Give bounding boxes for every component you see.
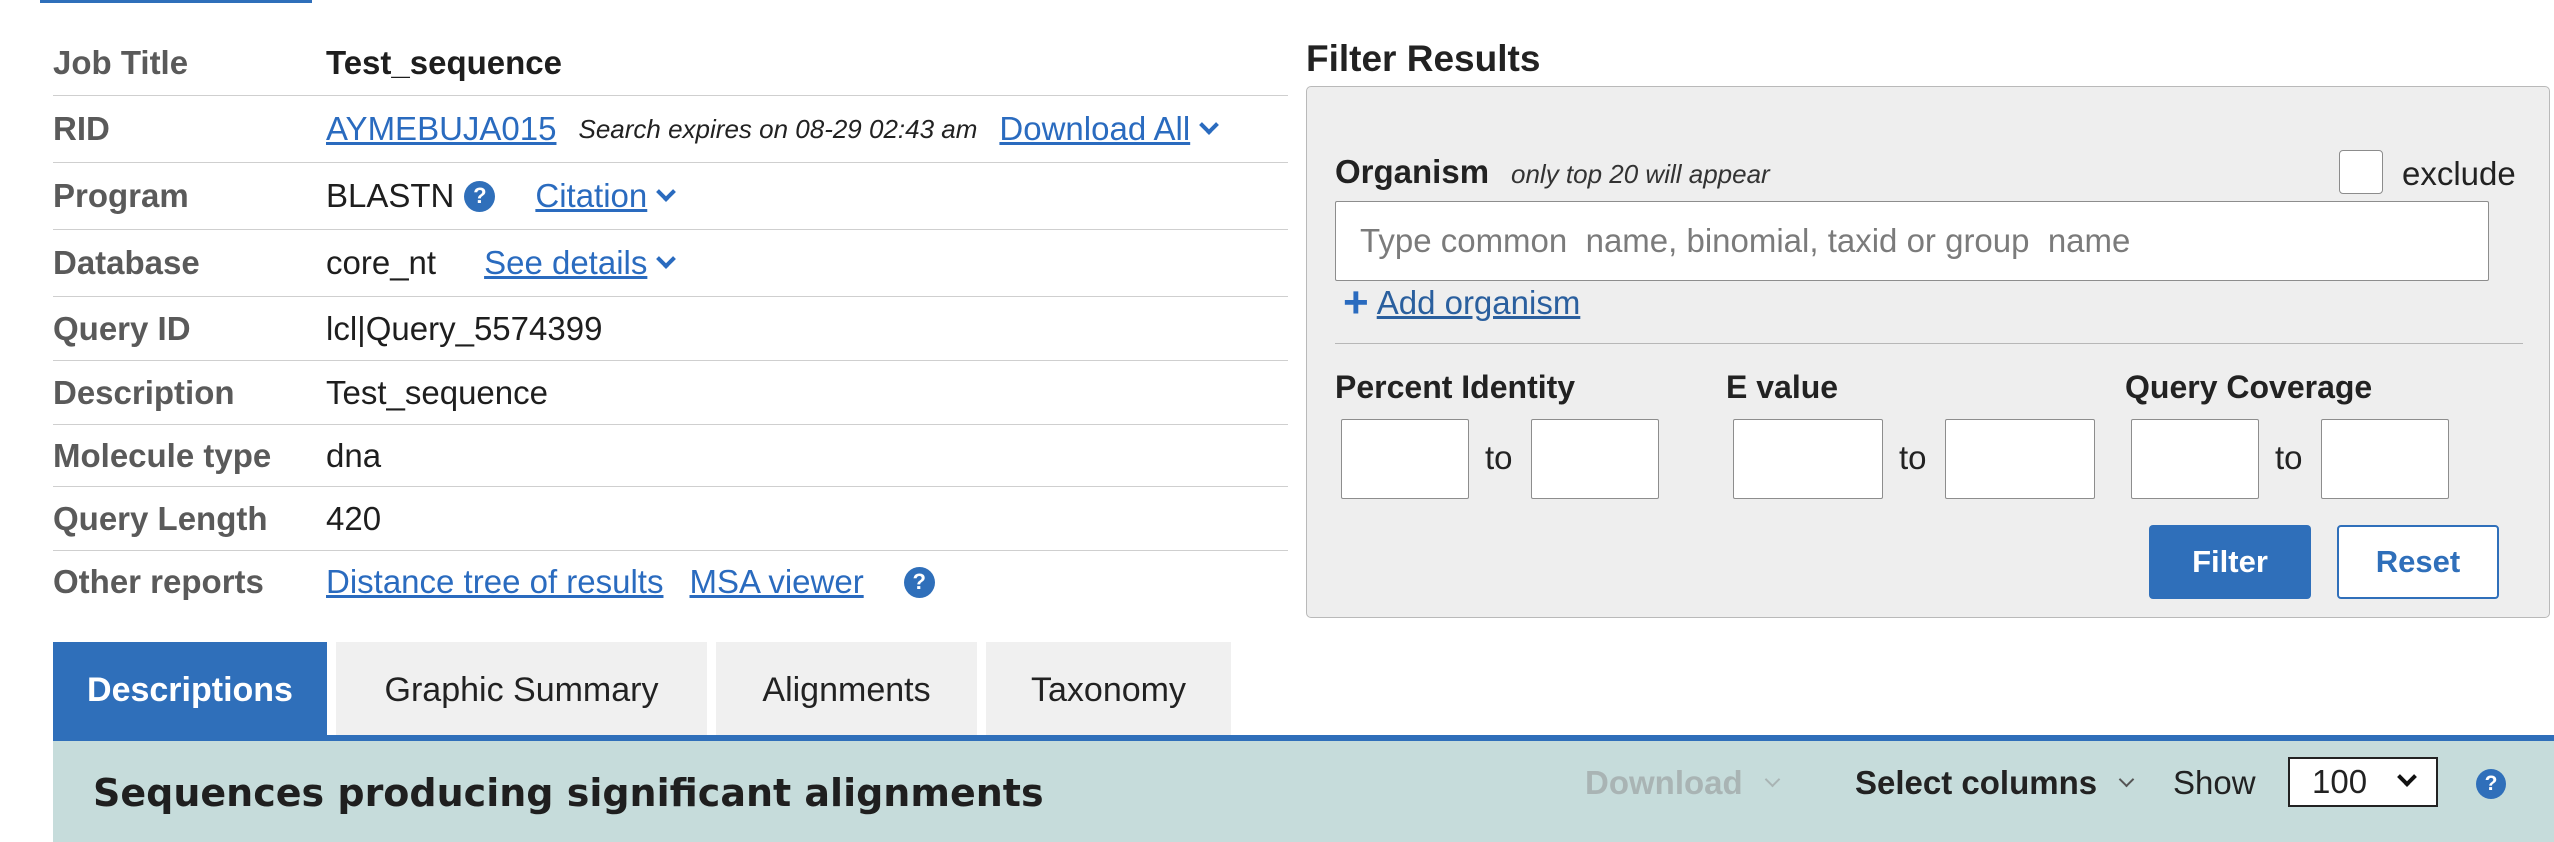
program-value-group: BLASTN ? Citation xyxy=(326,177,677,215)
see-details-chevron-down-icon[interactable] xyxy=(656,249,677,269)
filter-button[interactable]: Filter xyxy=(2149,525,2311,599)
results-help-icon[interactable]: ? xyxy=(2476,769,2506,799)
program-help-icon[interactable]: ? xyxy=(464,180,496,212)
summary-row-program: Program BLASTN ? Citation xyxy=(53,163,1288,230)
program-value: BLASTN xyxy=(326,177,455,214)
organism-note: only top 20 will appear xyxy=(1511,159,1770,189)
show-count-value: 100 xyxy=(2312,763,2368,800)
see-details-link[interactable]: See details xyxy=(484,244,647,282)
tab-descriptions[interactable]: Descriptions xyxy=(53,642,327,738)
show-label: Show xyxy=(2173,764,2256,801)
query-coverage-label: Query Coverage xyxy=(2125,369,2373,405)
msa-viewer-link[interactable]: MSA viewer xyxy=(689,563,863,601)
percent-identity-to-label: to xyxy=(1485,439,1513,476)
other-reports-value-group: Distance tree of results MSA viewer ? xyxy=(326,563,935,601)
results-header-bar: Sequences producing significant alignmen… xyxy=(53,741,2554,842)
add-organism-button[interactable]: + Add organism xyxy=(1343,281,1580,325)
query-coverage-to-label: to xyxy=(2275,439,2303,476)
filter-divider xyxy=(1335,343,2523,344)
download-label: Download xyxy=(1585,764,1743,801)
program-label: Program xyxy=(53,177,189,214)
tab-alignments[interactable]: Alignments xyxy=(716,642,977,738)
tab-graphic-summary[interactable]: Graphic Summary xyxy=(336,642,707,738)
database-value-group: core_nt See details xyxy=(326,244,677,282)
query-id-label: Query ID xyxy=(53,309,191,347)
description-label: Description xyxy=(53,373,235,411)
add-plus-icon: + xyxy=(1343,278,1369,327)
select-columns-label: Select columns xyxy=(1855,764,2098,801)
download-all-link[interactable]: Download All xyxy=(999,110,1190,148)
rid-value-group: AYMEBUJA015 Search expires on 08-29 02:4… xyxy=(326,110,1220,148)
citation-chevron-down-icon[interactable] xyxy=(656,182,677,202)
summary-row-query-id: Query ID lcl|Query_5574399 xyxy=(53,297,1288,361)
query-length-value: 420 xyxy=(326,499,382,537)
select-columns-chevron-down-icon xyxy=(2118,771,2135,787)
citation-link[interactable]: Citation xyxy=(535,177,647,215)
percent-identity-to-input[interactable] xyxy=(1531,419,1659,499)
results-title: Sequences producing significant alignmen… xyxy=(93,771,1044,815)
show-count-select[interactable]: 100 xyxy=(2288,757,2438,807)
filter-results-title: Filter Results xyxy=(1306,38,1541,79)
database-label: Database xyxy=(53,244,200,281)
summary-row-other-reports: Other reports Distance tree of results M… xyxy=(53,551,1288,613)
molecule-type-label: Molecule type xyxy=(53,436,272,474)
summary-row-description: Description Test_sequence xyxy=(53,361,1288,425)
rid-link[interactable]: AYMEBUJA015 xyxy=(326,110,556,148)
evalue-label: E value xyxy=(1726,369,1839,405)
summary-row-molecule-type: Molecule type dna xyxy=(53,425,1288,487)
percent-identity-label: Percent Identity xyxy=(1335,369,1576,405)
rid-expiry-note: Search expires on 08-29 02:43 am xyxy=(578,113,978,144)
organism-label: Organism xyxy=(1335,153,1490,190)
show-count-chevron-down-icon xyxy=(2397,767,2417,787)
query-coverage-from-input[interactable] xyxy=(2131,419,2259,499)
exclude-label: exclude xyxy=(2402,155,2516,192)
database-value: core_nt xyxy=(326,244,437,281)
other-reports-label: Other reports xyxy=(53,563,264,600)
results-tabs: Descriptions Graphic Summary Alignments … xyxy=(53,642,1240,738)
query-length-label: Query Length xyxy=(53,499,268,537)
add-organism-link[interactable]: Add organism xyxy=(1377,284,1581,322)
evalue-to-input[interactable] xyxy=(1945,419,2095,499)
description-value: Test_sequence xyxy=(326,373,548,411)
other-reports-help-icon[interactable]: ? xyxy=(903,566,935,598)
download-menu-button[interactable]: Download xyxy=(1585,764,1780,802)
rid-label: RID xyxy=(53,110,110,147)
summary-row-query-length: Query Length 420 xyxy=(53,487,1288,551)
reset-button[interactable]: Reset xyxy=(2337,525,2499,599)
evalue-to-label: to xyxy=(1899,439,1927,476)
top-active-indicator xyxy=(40,0,312,3)
download-chevron-down-icon xyxy=(1764,771,1780,787)
tab-taxonomy[interactable]: Taxonomy xyxy=(986,642,1231,738)
percent-identity-from-input[interactable] xyxy=(1341,419,1469,499)
molecule-type-value: dna xyxy=(326,436,382,474)
summary-row-job-title: Job Title Test_sequence xyxy=(53,30,1288,96)
query-id-value: lcl|Query_5574399 xyxy=(326,309,603,347)
job-title-label: Job Title xyxy=(53,43,189,81)
summary-row-database: Database core_nt See details xyxy=(53,230,1288,297)
organism-input[interactable] xyxy=(1335,201,2489,281)
filter-panel: Organism only top 20 will appear exclude… xyxy=(1306,86,2550,618)
download-all-chevron-down-icon[interactable] xyxy=(1199,115,1220,135)
job-title-value: Test_sequence xyxy=(326,43,562,81)
select-columns-button[interactable]: Select columns xyxy=(1855,764,2135,802)
query-coverage-to-input[interactable] xyxy=(2321,419,2449,499)
exclude-checkbox[interactable] xyxy=(2339,150,2383,194)
distance-tree-link[interactable]: Distance tree of results xyxy=(326,563,663,601)
summary-row-rid: RID AYMEBUJA015 Search expires on 08-29 … xyxy=(53,96,1288,163)
job-summary-table: Job Title Test_sequence RID AYMEBUJA015 … xyxy=(53,30,1288,613)
evalue-from-input[interactable] xyxy=(1733,419,1883,499)
